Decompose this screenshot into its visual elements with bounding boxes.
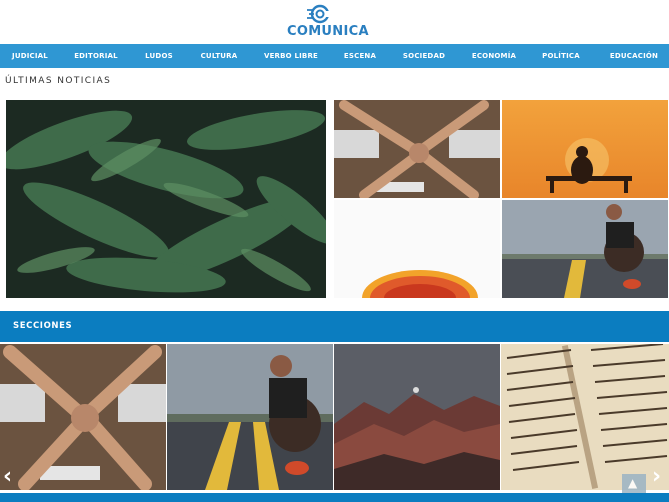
hands-stacked-image bbox=[0, 344, 166, 490]
runner-tying-shoe-image bbox=[167, 344, 333, 490]
footer-bar bbox=[0, 493, 669, 502]
section-card-hands[interactable] bbox=[0, 344, 166, 490]
section-card-mountains[interactable] bbox=[334, 344, 500, 490]
nav-item-verbo-libre[interactable]: VERBO LIBRE bbox=[262, 44, 320, 68]
section-card-book[interactable] bbox=[501, 344, 669, 490]
mountain-range-image bbox=[334, 344, 500, 490]
main-nav: JUDICIAL EDITORIAL LUDOS CULTURA VERBO L… bbox=[0, 44, 669, 68]
latest-news-heading: ÚLTIMAS NOTICIAS bbox=[5, 76, 112, 86]
orange-slice-image bbox=[334, 200, 500, 298]
nav-item-economia[interactable]: ECONOMÍA bbox=[468, 44, 520, 68]
nav-item-escena[interactable]: ESCENA bbox=[340, 44, 380, 68]
latest-news-image-sunset[interactable] bbox=[502, 100, 668, 198]
latest-news-image-hands[interactable] bbox=[334, 100, 500, 198]
silhouette-bench-image bbox=[502, 100, 668, 198]
chevron-right-icon: › bbox=[652, 464, 662, 489]
chevron-left-icon: ‹ bbox=[3, 464, 13, 489]
arrow-up-icon: ▲ bbox=[628, 476, 638, 490]
nav-item-politica[interactable]: POLÍTICA bbox=[538, 44, 584, 68]
nav-item-sociedad[interactable]: SOCIEDAD bbox=[398, 44, 450, 68]
old-book-image bbox=[501, 344, 669, 490]
runner-tying-shoe-image bbox=[502, 200, 668, 298]
nav-item-ludos[interactable]: LUDOS bbox=[140, 44, 178, 68]
carousel-next-button[interactable]: › bbox=[652, 466, 661, 488]
carousel-prev-button[interactable]: ‹ bbox=[3, 466, 12, 488]
sections-bar: SECCIONES bbox=[0, 311, 669, 342]
nav-item-editorial[interactable]: EDITORIAL bbox=[72, 44, 120, 68]
latest-news-image-runner[interactable] bbox=[502, 200, 668, 298]
latest-news-image-fern[interactable] bbox=[6, 100, 326, 298]
nav-item-cultura[interactable]: CULTURA bbox=[196, 44, 242, 68]
fern-leaves-image bbox=[6, 100, 326, 298]
sections-heading: SECCIONES bbox=[13, 321, 73, 331]
section-card-runner[interactable] bbox=[167, 344, 333, 490]
scroll-to-top-button[interactable]: ▲ bbox=[622, 474, 646, 494]
hands-stacked-image bbox=[334, 100, 500, 198]
comunica-logo-icon[interactable] bbox=[306, 4, 332, 24]
brand-name[interactable]: COMUNICA bbox=[287, 24, 369, 39]
latest-news-image-orange[interactable] bbox=[334, 200, 500, 298]
nav-item-judicial[interactable]: JUDICIAL bbox=[8, 44, 52, 68]
site-header: COMUNICA bbox=[0, 0, 669, 44]
nav-item-educacion[interactable]: EDUCACIÓN bbox=[604, 44, 664, 68]
